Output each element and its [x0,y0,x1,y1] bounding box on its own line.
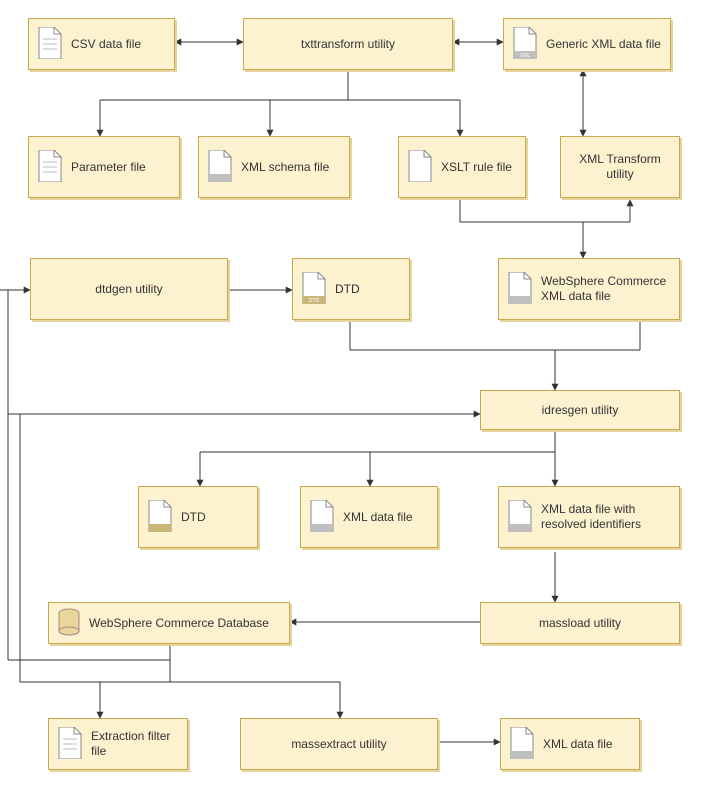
node-label: massload utility [489,616,671,631]
node-label: Generic XML data file [546,37,662,52]
node-label: Extraction filter file [91,729,179,759]
node-xml-transform: XML Transform utility [560,136,680,198]
file-icon [37,150,63,185]
node-xml-file-3: XML data file [500,718,640,770]
node-label: WebSphere Commerce XML data file [541,274,671,304]
dtd-file-icon [147,500,173,535]
node-label: XML data file [343,510,429,525]
node-label: XML data file [543,737,631,752]
node-csv-data-file: CSV data file [28,18,175,70]
xml-file-icon: XML [512,27,538,62]
node-label: massextract utility [249,737,429,752]
node-label: XML Transform utility [569,152,671,182]
node-label: WebSphere Commerce Database [89,616,281,631]
file-icon [57,727,83,762]
node-xml-schema: XML schema file [198,136,350,198]
node-label: idresgen utility [489,403,671,418]
node-dtd-1: DTD DTD [292,258,410,320]
node-label: txttransform utility [252,37,444,52]
node-resolved-xml: XML data file with resolved identifiers [498,486,680,548]
node-massload: massload utility [480,602,680,644]
node-extraction-filter: Extraction filter file [48,718,188,770]
database-icon [57,608,81,639]
svg-text:DTD: DTD [309,298,320,304]
xml-file-icon [509,727,535,762]
svg-text:XML: XML [520,53,531,59]
node-parameter-file: Parameter file [28,136,180,198]
node-wc-database: WebSphere Commerce Database [48,602,290,644]
node-dtdgen: dtdgen utility [30,258,228,320]
node-idresgen: idresgen utility [480,390,680,430]
node-label: XML schema file [241,160,341,175]
xml-file-icon [207,150,233,185]
node-label: CSV data file [71,37,166,52]
node-txttransform: txttransform utility [243,18,453,70]
node-xml-file-2: XML data file [300,486,438,548]
xml-file-icon [309,500,335,535]
xml-file-icon [507,500,533,535]
node-label: Parameter file [71,160,171,175]
node-label: XML data file with resolved identifiers [541,502,671,532]
node-ws-commerce-xml: WebSphere Commerce XML data file [498,258,680,320]
dtd-file-icon: DTD [301,272,327,307]
node-dtd-2: DTD [138,486,258,548]
node-massextract: massextract utility [240,718,438,770]
node-label: dtdgen utility [39,282,219,297]
node-xslt-rule: XSLT rule file [398,136,526,198]
node-label: DTD [335,282,401,297]
xml-file-icon [507,272,533,307]
file-icon [407,150,433,185]
node-label: XSLT rule file [441,160,517,175]
file-icon [37,27,63,62]
node-label: DTD [181,510,249,525]
node-generic-xml: XML Generic XML data file [503,18,671,70]
